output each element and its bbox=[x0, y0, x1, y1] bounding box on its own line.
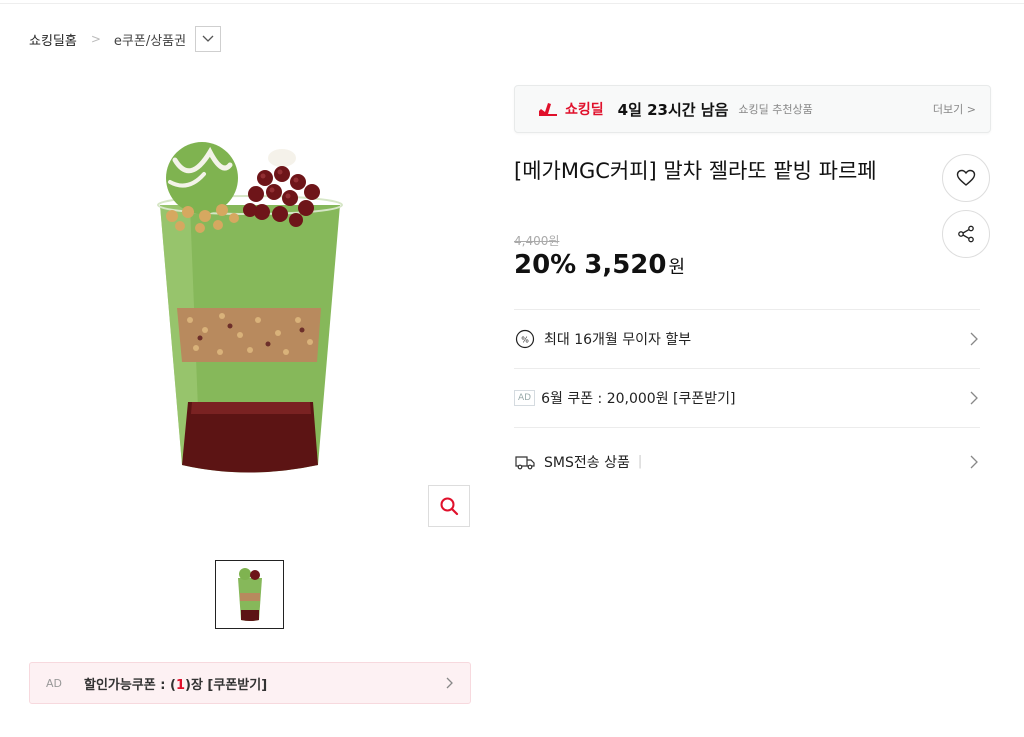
chevron-down-icon bbox=[202, 35, 214, 42]
product-title: [메가MGC커피] 말차 젤라또 팥빙 파르페 bbox=[514, 159, 877, 183]
percent-icon: % bbox=[514, 328, 536, 350]
product-thumbnail[interactable] bbox=[215, 560, 284, 629]
top-divider bbox=[0, 0, 1024, 4]
chevron-right-icon bbox=[970, 332, 978, 346]
category-dropdown-button[interactable] bbox=[195, 26, 222, 52]
breadcrumb-separator: > bbox=[90, 32, 101, 46]
deal-logo-text: 쇼킹딜 bbox=[565, 102, 604, 118]
chevron-right-icon bbox=[970, 391, 978, 405]
delivery-truck-icon bbox=[514, 451, 536, 473]
coupon-bar[interactable]: AD 할인가능쿠폰 : (1)장 [쿠폰받기] bbox=[29, 662, 471, 704]
discount-rate: 20% bbox=[514, 250, 577, 280]
deal-recommend-label: 쇼킹딜 추천상품 bbox=[738, 103, 813, 116]
zoom-button[interactable] bbox=[428, 485, 470, 527]
breadcrumb-category[interactable]: e쿠폰/상품권 bbox=[114, 30, 186, 49]
deal-banner[interactable]: 쇼킹딜 4일 23시간 남음 쇼킹딜 추천상품 더보기 > bbox=[514, 85, 991, 133]
currency-unit: 원 bbox=[668, 257, 686, 278]
share-button[interactable] bbox=[942, 210, 990, 258]
coupon-row[interactable]: AD 6월 쿠폰 : 20,000원 [쿠폰받기] bbox=[514, 368, 980, 427]
installment-row[interactable]: % 최대 16개월 무이자 할부 bbox=[514, 309, 980, 368]
coupon-count: 1 bbox=[175, 677, 185, 693]
breadcrumb: 쇼킹딜홈 > e쿠폰/상품권 bbox=[29, 25, 222, 53]
deal-more-link[interactable]: 더보기 > bbox=[933, 101, 976, 117]
shocking-deal-logo-icon bbox=[537, 100, 559, 118]
share-icon bbox=[958, 225, 974, 243]
sms-delivery-row[interactable]: SMS전송 상품 | bbox=[514, 427, 980, 495]
sms-delivery-label: SMS전송 상품 bbox=[544, 454, 630, 471]
original-price: 4,400원 bbox=[514, 234, 560, 248]
magnifier-icon bbox=[440, 497, 459, 516]
breadcrumb-home[interactable]: 쇼킹딜홈 bbox=[29, 30, 77, 49]
divider: | bbox=[637, 454, 643, 469]
like-button[interactable] bbox=[942, 154, 990, 202]
chevron-right-icon bbox=[970, 455, 978, 468]
coupon-text: 할인가능쿠폰 : (1)장 [쿠폰받기] bbox=[84, 677, 268, 693]
sale-price: 3,520 bbox=[584, 250, 667, 280]
installment-label: 최대 16개월 무이자 할부 bbox=[544, 332, 692, 348]
svg-text:%: % bbox=[521, 336, 529, 345]
heart-icon bbox=[956, 169, 976, 186]
benefit-list: % 최대 16개월 무이자 할부 AD 6월 쿠폰 : 20,000원 [쿠폰받… bbox=[514, 309, 980, 495]
product-main-image bbox=[130, 130, 470, 530]
deal-time-left: 4일 23시간 남음 bbox=[617, 100, 729, 119]
price-row: 20% 3,520 원 bbox=[514, 250, 685, 280]
chevron-right-icon bbox=[446, 677, 453, 689]
ad-badge: AD bbox=[514, 390, 536, 406]
coupon-row-label: 6월 쿠폰 : 20,000원 [쿠폰받기] bbox=[541, 391, 736, 407]
ad-label: AD bbox=[46, 676, 62, 690]
